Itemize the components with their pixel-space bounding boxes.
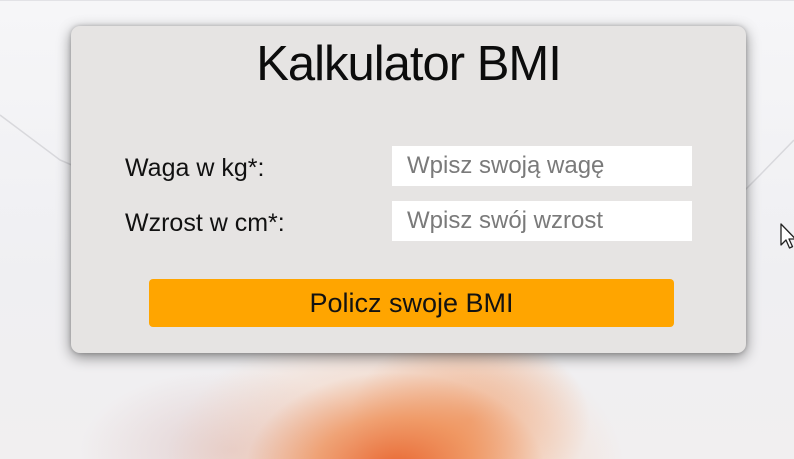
calculate-bmi-button[interactable]: Policz swoje BMI: [149, 279, 674, 327]
weight-label: Waga w kg*:: [125, 154, 265, 182]
page-title: Kalkulator BMI: [256, 37, 562, 91]
weight-input[interactable]: [392, 146, 692, 186]
mouse-pointer-icon: [780, 223, 794, 249]
height-input[interactable]: [392, 201, 692, 241]
height-label: Wzrost w cm*:: [125, 209, 285, 237]
bmi-calculator-card: Kalkulator BMI Waga w kg*: Wzrost w cm*:…: [71, 26, 746, 353]
